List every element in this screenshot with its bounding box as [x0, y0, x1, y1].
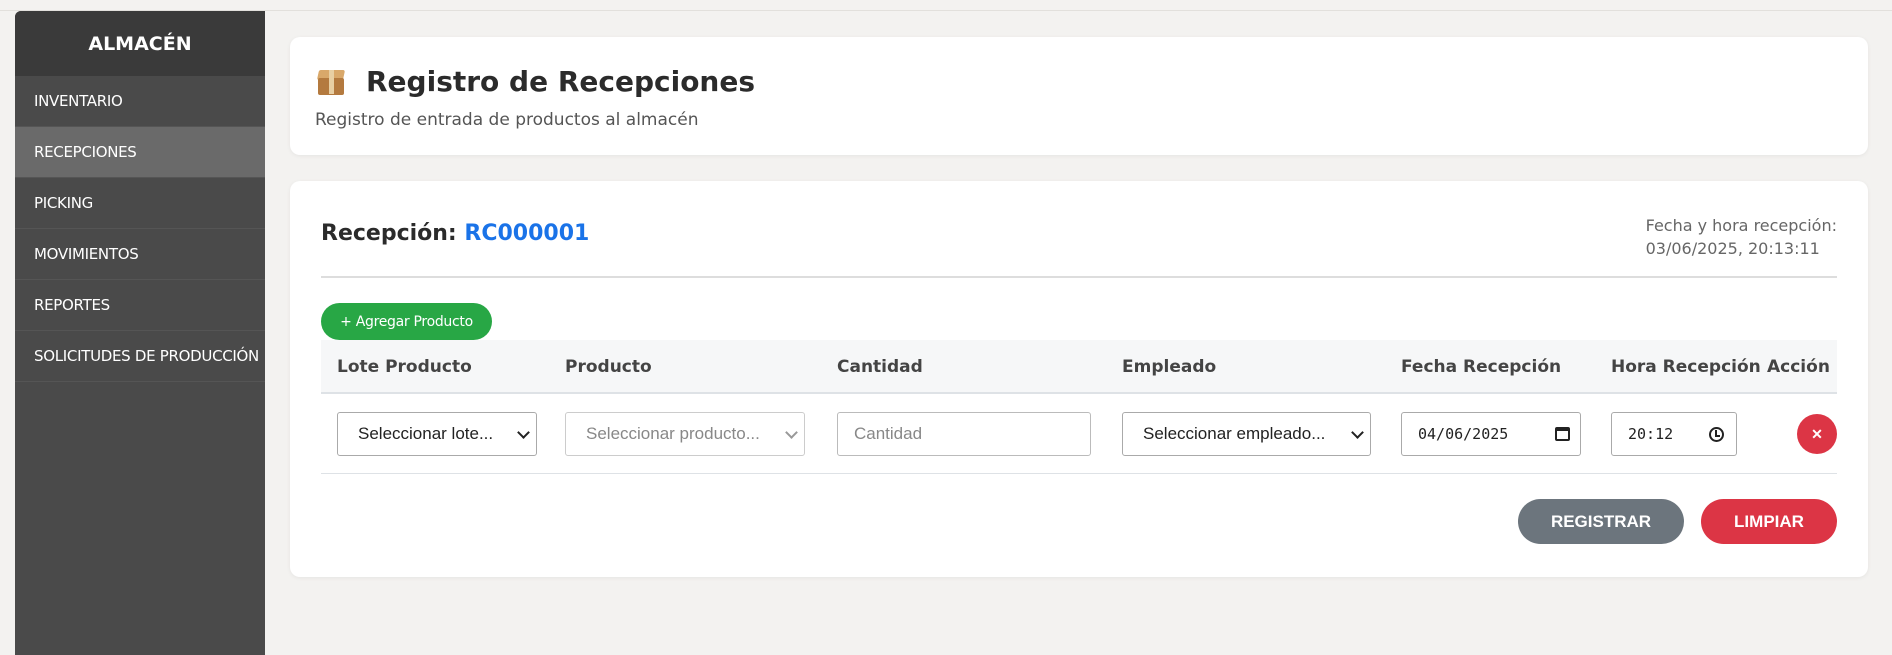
empleado-select[interactable]: Seleccionar empleado... [1122, 412, 1371, 456]
register-button[interactable]: REGISTRAR [1518, 499, 1684, 544]
column-header-empleado: Empleado [1122, 357, 1217, 377]
hora-input[interactable]: 20:12 [1611, 412, 1737, 456]
cantidad-input[interactable]: Cantidad [837, 412, 1091, 456]
table-header: Lote Producto Producto Cantidad Empleado… [321, 340, 1837, 394]
sidebar-item-reportes[interactable]: REPORTES [15, 280, 265, 331]
reception-datetime-label: Fecha y hora recepción: [1645, 216, 1837, 235]
sidebar-item-inventario[interactable]: INVENTARIO [15, 76, 265, 127]
column-header-producto: Producto [565, 357, 652, 377]
chevron-down-icon [785, 426, 798, 439]
producto-select[interactable]: Seleccionar producto... [565, 412, 805, 456]
divider [321, 276, 1837, 278]
sidebar: ALMACÉN INVENTARIO RECEPCIONES PICKING M… [15, 11, 265, 655]
sidebar-item-recepciones[interactable]: RECEPCIONES [15, 127, 265, 178]
lote-select-value: Seleccionar lote... [358, 424, 494, 443]
reception-datetime: Fecha y hora recepción: 03/06/2025, 20:1… [1646, 214, 1837, 260]
sidebar-brand: ALMACÉN [15, 11, 265, 76]
empleado-select-value: Seleccionar empleado... [1143, 424, 1326, 443]
chevron-down-icon [517, 426, 530, 439]
producto-select-value: Seleccionar producto... [586, 424, 760, 443]
sidebar-item-picking[interactable]: PICKING [15, 178, 265, 229]
reception-datetime-value: 03/06/2025, 20:13:11 [1645, 239, 1820, 258]
window-top-bar [0, 0, 1892, 11]
page-subtitle: Registro de entrada de productos al alma… [315, 110, 699, 130]
calendar-icon[interactable] [1555, 427, 1570, 441]
title-row: Registro de Recepciones [316, 65, 755, 98]
reception-form-card: Recepción: RC000001 Fecha y hora recepci… [290, 181, 1868, 577]
sidebar-item-solicitudes[interactable]: SOLICITUDES DE PRODUCCIÓN [15, 331, 265, 382]
package-box-icon [316, 67, 346, 97]
cantidad-placeholder: Cantidad [854, 424, 923, 443]
clock-icon[interactable] [1709, 427, 1724, 442]
delete-row-button[interactable]: ✕ [1797, 414, 1837, 454]
clear-button[interactable]: LIMPIAR [1701, 499, 1837, 544]
fecha-input[interactable]: 04/06/2025 [1401, 412, 1581, 456]
reception-heading: Recepción: RC000001 [321, 221, 589, 246]
column-header-lote: Lote Producto [337, 357, 472, 377]
lote-select[interactable]: Seleccionar lote... [337, 412, 537, 456]
reception-label: Recepción: [321, 221, 457, 246]
column-header-fecha: Fecha Recepción [1401, 357, 1562, 377]
reception-code: RC000001 [464, 221, 590, 246]
column-header-hora: Hora Recepción [1611, 357, 1761, 377]
column-header-cantidad: Cantidad [837, 357, 923, 377]
fecha-value: 04/06/2025 [1418, 425, 1509, 443]
add-product-button[interactable]: + Agregar Producto [321, 303, 492, 340]
chevron-down-icon [1351, 426, 1364, 439]
hora-value: 20:12 [1628, 425, 1674, 443]
table-row: Seleccionar lote... Seleccionar producto… [321, 394, 1837, 474]
page-title: Registro de Recepciones [366, 65, 756, 98]
column-header-accion: Acción [1767, 357, 1830, 377]
header-card: Registro de Recepciones Registro de entr… [290, 37, 1868, 155]
sidebar-item-movimientos[interactable]: MOVIMIENTOS [15, 229, 265, 280]
